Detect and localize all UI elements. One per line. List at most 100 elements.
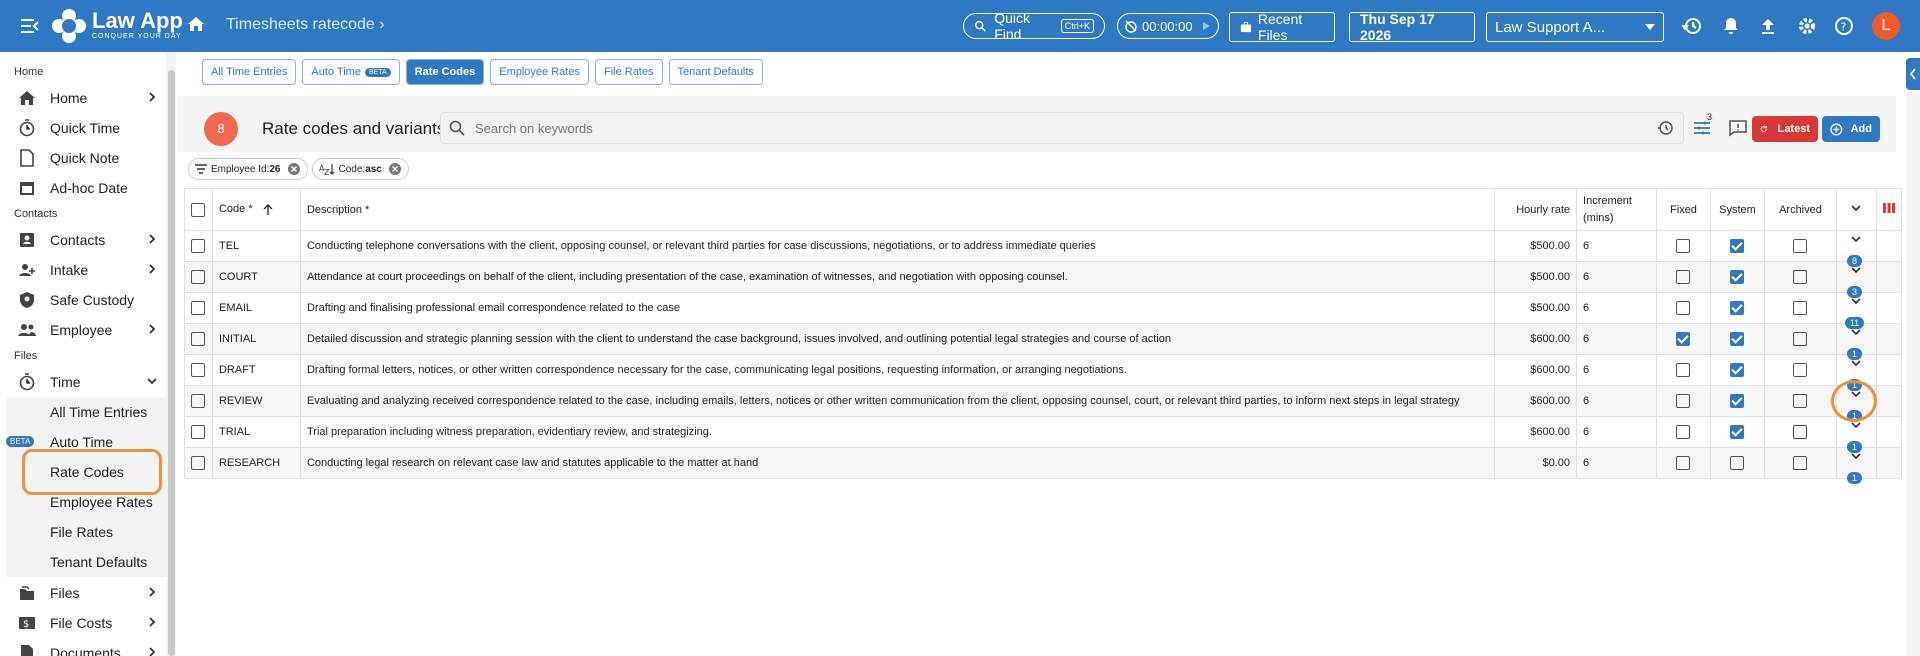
chevron-down-icon[interactable] [1851,234,1862,244]
recent-files-button[interactable]: Recent Files [1229,11,1335,43]
sort-asc-icon[interactable] [262,203,274,216]
latest-button[interactable]: Latest [1752,116,1818,142]
sidebar-item-home[interactable]: Home [0,84,166,112]
menu-collapse-icon[interactable] [18,14,42,38]
table-row[interactable]: EMAIL Drafting and finalising profession… [184,292,1903,329]
close-icon[interactable] [287,162,301,176]
upload-icon[interactable] [1758,16,1778,36]
system-checkbox[interactable] [1730,363,1745,377]
header-fixed[interactable]: Fixed [1656,188,1711,231]
table-row[interactable]: TRIAL Trial preparation including witnes… [184,416,1903,453]
row-checkbox[interactable] [191,270,205,284]
table-row[interactable]: INITIAL Detailed discussion and strategi… [184,323,1903,360]
row-checkbox[interactable] [191,363,205,377]
sidebar-item-intake[interactable]: Intake [0,256,166,284]
header-archived[interactable]: Archived [1763,188,1837,231]
row-checkbox[interactable] [191,394,205,408]
row-checkbox[interactable] [191,301,205,315]
tenant-select[interactable]: Law Support A... [1486,12,1664,42]
feedback-icon[interactable] [1728,118,1748,138]
row-checkbox[interactable] [191,239,205,253]
history-icon[interactable] [1657,120,1673,136]
system-checkbox[interactable] [1730,394,1745,408]
system-checkbox[interactable] [1730,301,1745,315]
fixed-checkbox[interactable] [1676,394,1691,408]
table-row[interactable]: DRAFT Drafting formal letters, notices, … [184,354,1903,391]
fixed-checkbox[interactable] [1676,301,1691,315]
system-checkbox[interactable] [1730,332,1745,346]
chip-employee-id[interactable]: Employee Id: 26 [188,158,308,180]
sidebar-scrollbar-thumb[interactable] [168,70,175,656]
close-icon[interactable] [388,162,402,176]
filter-settings-icon[interactable]: 3 [1692,112,1716,138]
header-expand[interactable] [1835,188,1877,231]
bell-icon[interactable] [1721,16,1741,36]
header-increment[interactable]: Increment (mins) [1576,188,1657,231]
row-checkbox[interactable] [191,332,205,346]
gear-icon[interactable] [1797,16,1817,36]
add-button[interactable]: Add [1822,116,1880,142]
table-row[interactable]: TEL Conducting telephone conversations w… [184,230,1903,267]
fixed-checkbox[interactable] [1676,239,1691,253]
fixed-checkbox[interactable] [1676,456,1691,470]
header-code[interactable]: Code * [211,188,301,231]
sidebar-sub-file-rates[interactable]: File Rates [6,517,166,547]
system-checkbox[interactable] [1730,456,1745,470]
history-icon[interactable] [1681,16,1702,36]
app-logo[interactable]: Law App CONQUER YOUR DAY [52,9,183,43]
archived-checkbox[interactable] [1793,456,1808,470]
row-checkbox[interactable] [191,456,205,470]
archived-checkbox[interactable] [1793,301,1808,315]
archived-checkbox[interactable] [1793,425,1808,439]
chip-code-sort[interactable]: AZ Code: asc [311,158,409,180]
table-row[interactable]: RESEARCH Conducting legal research on re… [184,447,1903,484]
help-icon[interactable]: ? [1834,16,1854,36]
tab-rate-codes[interactable]: Rate Codes [405,59,485,85]
archived-checkbox[interactable] [1793,332,1808,346]
sidebar-item-documents[interactable]: Documents [0,639,166,656]
fixed-checkbox[interactable] [1676,363,1691,377]
table-row[interactable]: COURT Attendance at court proceedings on… [184,261,1903,298]
fixed-checkbox[interactable] [1676,332,1691,346]
sidebar-item-employee[interactable]: Employee [0,316,166,344]
quick-find-button[interactable]: Quick Find Ctrl+K [963,10,1105,42]
play-icon[interactable] [1201,21,1211,31]
tab-tenant-defaults[interactable]: Tenant Defaults [668,59,763,85]
sidebar-item-quick-time[interactable]: Quick Time [0,114,166,142]
system-checkbox[interactable] [1730,239,1745,253]
system-checkbox[interactable] [1730,270,1745,284]
select-all-checkbox[interactable] [191,202,205,217]
header-columns[interactable] [1875,188,1903,231]
sidebar-item-adhoc-date[interactable]: Ad-hoc Date [0,174,166,202]
page-scrollbar[interactable] [1906,92,1920,656]
header-description[interactable]: Description * [299,188,1496,231]
tab-all-time-entries[interactable]: All Time Entries [202,59,297,85]
columns-icon[interactable] [1882,202,1895,214]
tab-employee-rates[interactable]: Employee Rates [490,59,589,85]
sidebar-item-safe-custody[interactable]: Safe Custody [0,286,166,314]
chevron-down-icon[interactable] [1850,202,1862,214]
sidebar-item-contacts[interactable]: Contacts [0,226,166,254]
sidebar-item-time[interactable]: Time [0,368,166,396]
archived-checkbox[interactable] [1793,239,1808,253]
sidebar-sub-tenant-defaults[interactable]: Tenant Defaults [6,547,166,577]
archived-checkbox[interactable] [1793,270,1808,284]
search-input[interactable]: Search on keywords [440,112,1684,144]
sidebar-sub-all-time-entries[interactable]: All Time Entries [6,397,166,427]
archived-checkbox[interactable] [1793,394,1808,408]
archived-checkbox[interactable] [1793,363,1808,377]
date-button[interactable]: Thu Sep 17 2026 [1349,11,1475,43]
avatar[interactable]: L [1872,12,1900,40]
home-icon[interactable] [186,14,206,34]
tab-auto-time[interactable]: Auto Time BETA [302,59,400,85]
timer-control[interactable]: 00:00:00 [1117,13,1219,39]
table-row[interactable]: REVIEW Evaluating and analyzing received… [184,385,1903,422]
tab-file-rates[interactable]: File Rates [594,59,663,85]
sidebar-item-file-costs[interactable]: $ File Costs [0,609,166,637]
header-hourly-rate[interactable]: Hourly rate [1494,188,1578,231]
header-system[interactable]: System [1709,188,1765,231]
sidebar-item-quick-note[interactable]: Quick Note [0,144,166,172]
side-panel-toggle[interactable] [1906,58,1920,90]
fixed-checkbox[interactable] [1676,270,1691,284]
fixed-checkbox[interactable] [1676,425,1691,439]
